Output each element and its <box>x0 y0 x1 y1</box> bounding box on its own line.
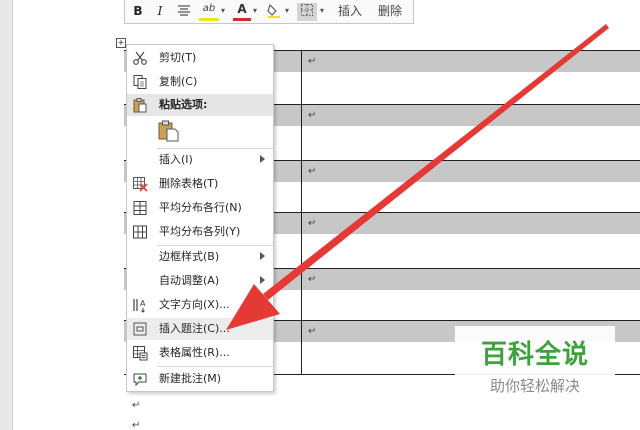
delete-button[interactable]: 删除 <box>375 3 405 21</box>
watermark-logo: 百科全说 助你轻松解决 <box>455 326 615 406</box>
context-menu: 剪切(T) 复制(C) 粘贴选项: 插入(I) 删除表格(T) 平均分布各行(N… <box>126 44 274 392</box>
menu-item-label: 删除表格(T) <box>159 177 219 190</box>
mini-toolbar: B I ab ▾ A ▾ ▾ ▾ 插入 删除 <box>124 0 414 24</box>
menu-item-insert-caption[interactable]: 插入题注(C)... <box>127 318 273 340</box>
borders-button[interactable] <box>297 3 317 21</box>
submenu-arrow-icon <box>260 155 265 163</box>
distribute-rows-icon <box>133 201 147 215</box>
table-move-handle[interactable]: + <box>116 38 126 48</box>
scissors-icon <box>133 51 147 65</box>
cell-end-mark: ↵ <box>308 326 317 337</box>
cell-end-mark: ↵ <box>308 274 317 285</box>
menu-item-label: 新建批注(M) <box>159 372 222 385</box>
menu-item-distribute-columns[interactable]: 平均分布各列(Y) <box>127 221 273 243</box>
table-border <box>301 50 302 375</box>
menu-item-label: 表格属性(R)... <box>159 346 230 359</box>
font-color-dropdown[interactable]: ▾ <box>253 3 257 19</box>
delete-table-icon <box>133 177 148 192</box>
menu-item-text-direction[interactable]: A 文字方向(X)... <box>127 294 273 316</box>
table-properties-icon <box>133 346 148 361</box>
bold-button[interactable]: B <box>131 3 145 21</box>
menu-item-label: 插入题注(C)... <box>159 322 230 335</box>
menu-item-delete-table[interactable]: 删除表格(T) <box>127 173 273 195</box>
center-align-button[interactable] <box>175 3 193 21</box>
caption-icon <box>133 322 147 336</box>
submenu-arrow-icon <box>260 276 265 284</box>
menu-separator <box>157 366 273 367</box>
menu-item-insert[interactable]: 插入(I) <box>127 149 273 171</box>
watermark-title: 百科全说 <box>480 340 589 370</box>
cell-end-mark: ↵ <box>308 166 317 177</box>
menu-header-label: 粘贴选项: <box>159 98 208 111</box>
menu-item-label: 平均分布各列(Y) <box>159 225 241 238</box>
menu-item-label: 平均分布各行(N) <box>159 201 242 214</box>
font-color-button[interactable]: A <box>233 3 251 21</box>
cell-end-mark: ↵ <box>308 56 317 67</box>
menu-item-autofit[interactable]: 自动调整(A) <box>127 270 273 292</box>
menu-item-label: 剪切(T) <box>159 51 197 64</box>
highlight-button[interactable]: ab <box>199 3 219 21</box>
paint-bucket-icon <box>267 3 280 18</box>
menu-item-new-comment[interactable]: 新建批注(M) <box>127 368 273 390</box>
clipboard-icon <box>158 120 179 142</box>
menu-item-copy[interactable]: 复制(C) <box>127 71 273 93</box>
menu-item-distribute-rows[interactable]: 平均分布各行(N) <box>127 197 273 219</box>
paste-keep-formatting-option[interactable] <box>157 119 181 143</box>
insert-button[interactable]: 插入 <box>335 3 365 21</box>
distribute-columns-icon <box>133 225 147 239</box>
menu-item-label: 插入(I) <box>159 153 193 166</box>
watermark-subtitle: 助你轻松解决 <box>489 377 580 395</box>
menu-item-cut[interactable]: 剪切(T) <box>127 47 273 69</box>
submenu-arrow-icon <box>260 252 265 260</box>
paragraph-mark: ↵ <box>132 420 141 430</box>
clipboard-icon <box>133 98 147 113</box>
borders-icon <box>301 4 313 16</box>
align-center-icon <box>178 5 190 16</box>
comment-icon <box>133 373 147 387</box>
shading-button[interactable] <box>265 3 283 21</box>
italic-button[interactable]: I <box>153 3 167 21</box>
menu-item-label: 边框样式(B) <box>159 250 220 263</box>
menu-item-table-properties[interactable]: 表格属性(R)... <box>127 342 273 364</box>
shading-dropdown[interactable]: ▾ <box>285 3 289 19</box>
cell-end-mark: ↵ <box>308 110 317 121</box>
text-direction-icon: A <box>133 299 146 313</box>
menu-header-paste-options: 粘贴选项: <box>127 94 273 116</box>
copy-icon <box>133 75 147 89</box>
paragraph-mark: ↵ <box>132 400 141 411</box>
cell-end-mark: ↵ <box>308 218 317 229</box>
menu-item-label: 复制(C) <box>159 75 198 88</box>
svg-text:A: A <box>140 299 146 308</box>
menu-item-label: 文字方向(X)... <box>159 298 230 311</box>
highlight-dropdown[interactable]: ▾ <box>221 3 225 19</box>
borders-dropdown[interactable]: ▾ <box>320 3 324 19</box>
menu-item-label: 自动调整(A) <box>159 274 220 287</box>
menu-item-border-styles[interactable]: 边框样式(B) <box>127 246 273 268</box>
